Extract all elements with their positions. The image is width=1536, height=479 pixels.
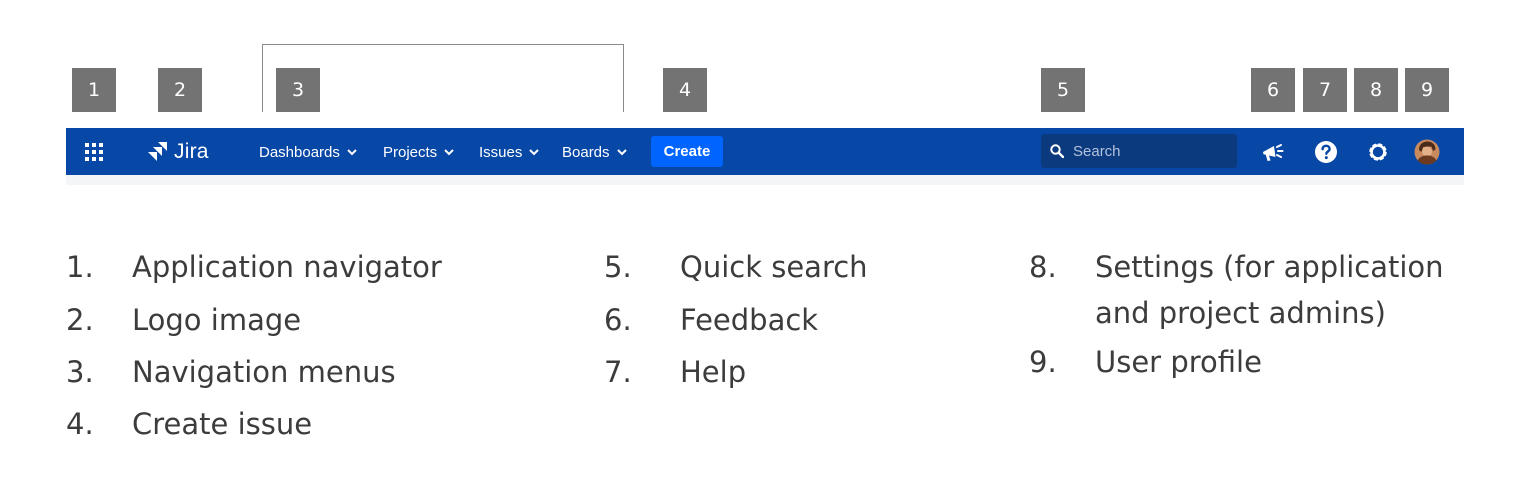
legend-item-5: 5. Quick search: [604, 250, 984, 290]
legend-number: 5.: [604, 250, 632, 284]
callout-badge-1: 1: [72, 68, 116, 112]
app-grid-icon: [85, 143, 103, 161]
legend-item-4: 4. Create issue: [66, 407, 516, 447]
legend-number: 2.: [66, 303, 94, 337]
legend-text: Quick search: [680, 250, 868, 284]
legend-text: User profile: [1095, 345, 1262, 379]
legend-item-3: 3. Navigation menus: [66, 355, 516, 395]
menu-boards-label: Boards: [562, 143, 610, 161]
jira-logo-text: Jira: [174, 140, 209, 163]
chevron-down-icon: [444, 148, 454, 155]
menu-issues-label: Issues: [479, 143, 523, 161]
help-icon: [1315, 141, 1337, 163]
feedback-button[interactable]: [1259, 138, 1287, 166]
legend-item-6: 6. Feedback: [604, 303, 984, 343]
legend-item-8: 8. Settings (for application and project…: [1029, 250, 1509, 340]
legend-number: 1.: [66, 250, 94, 284]
jira-top-navbar: Jira Dashboards Projects Issues Boards C…: [66, 128, 1464, 175]
legend-text: Help: [680, 355, 747, 389]
settings-button[interactable]: [1364, 138, 1392, 166]
callout-badge-2: 2: [158, 68, 202, 112]
search-input[interactable]: [1071, 141, 1225, 161]
legend-item-7: 7. Help: [604, 355, 984, 395]
navbar-underline: [66, 175, 1464, 185]
legend-text-continued: and project admins): [1095, 296, 1386, 330]
legend-number: 3.: [66, 355, 94, 389]
callout-badge-5: 5: [1041, 68, 1085, 112]
user-profile-button[interactable]: [1413, 138, 1441, 166]
user-avatar-icon: [1414, 139, 1440, 165]
legend-text: Application navigator: [132, 250, 442, 284]
jira-logo-icon: [148, 142, 167, 161]
menu-dashboards-label: Dashboards: [259, 143, 340, 161]
jira-logo[interactable]: Jira: [146, 138, 209, 166]
help-button[interactable]: [1312, 138, 1340, 166]
legend-item-9: 9. User profile: [1029, 345, 1509, 385]
menu-dashboards[interactable]: Dashboards: [259, 141, 357, 163]
legend-text: Create issue: [132, 407, 313, 441]
create-button[interactable]: Create: [651, 136, 723, 167]
menu-projects-label: Projects: [383, 143, 438, 161]
legend-text: Logo image: [132, 303, 302, 337]
quick-search[interactable]: [1041, 134, 1237, 168]
legend-number: 7.: [604, 355, 632, 389]
callout-badge-3: 3: [276, 68, 320, 112]
legend-number: 8.: [1029, 250, 1057, 284]
callout-badge-9: 9: [1405, 68, 1449, 112]
legend-text: Feedback: [680, 303, 819, 337]
menu-projects[interactable]: Projects: [383, 141, 454, 163]
callout-badge-4: 4: [663, 68, 707, 112]
gear-icon: [1369, 143, 1387, 161]
chevron-down-icon: [347, 148, 357, 155]
legend-text: Navigation menus: [132, 355, 396, 389]
chevron-down-icon: [616, 148, 627, 155]
chevron-down-icon: [529, 148, 540, 155]
menu-boards[interactable]: Boards: [562, 141, 627, 163]
legend-number: 4.: [66, 407, 94, 441]
menu-issues[interactable]: Issues: [479, 141, 540, 163]
megaphone-icon: [1263, 144, 1284, 161]
app-switcher-button[interactable]: [82, 140, 106, 164]
legend-text: Settings (for application: [1095, 250, 1444, 284]
callout-badge-7: 7: [1303, 68, 1347, 112]
callout-badge-6: 6: [1251, 68, 1295, 112]
legend-item-1: 1. Application navigator: [66, 250, 516, 290]
callout-badge-8: 8: [1354, 68, 1398, 112]
search-icon: [1050, 144, 1064, 158]
legend-number: 9.: [1029, 345, 1057, 379]
legend-number: 6.: [604, 303, 632, 337]
legend-item-2: 2. Logo image: [66, 303, 516, 343]
